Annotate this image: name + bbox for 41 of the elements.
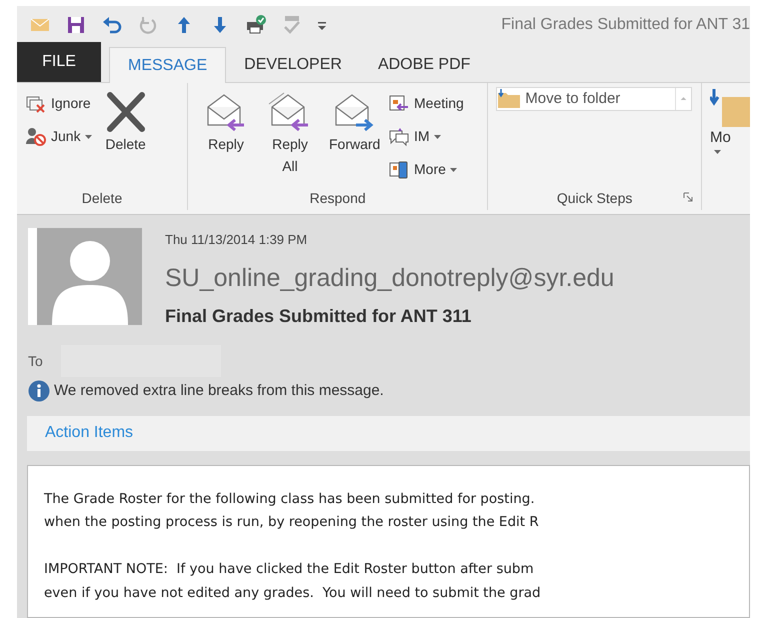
message-subject: Final Grades Submitted for ANT 311	[165, 305, 472, 328]
group-label: Respond	[310, 188, 366, 208]
group-label: Delete	[82, 188, 122, 208]
body-text-line: even if you have not edited any grades. You will need to submit the grad	[44, 584, 541, 602]
info-icon	[28, 380, 50, 402]
more-icon	[388, 160, 410, 180]
ribbon-tab[interactable]: MESSAGE	[109, 47, 226, 83]
dialog-launcher-icon[interactable]	[683, 192, 693, 202]
message-date: Thu 11/13/2014 1:39 PM	[165, 231, 308, 249]
group-label: Quick Steps	[556, 188, 632, 208]
to-label: To	[28, 352, 43, 370]
body-text-line: when the posting process is run, by reopening the roster using the Edit R	[44, 513, 539, 532]
ribbon-small-button[interactable]: IM	[388, 120, 464, 153]
ribbon-small-button[interactable]: More	[388, 153, 464, 186]
ignore-icon	[25, 94, 47, 114]
ribbon-small-button[interactable]: Meeting	[388, 87, 464, 120]
caret-icon	[714, 150, 721, 154]
chat-icon	[388, 126, 410, 146]
info-notice: We removed extra line breaks from this message.	[54, 381, 384, 401]
folder-move-icon	[710, 87, 750, 127]
junk-icon	[25, 126, 47, 146]
body-text-line: The Grade Roster for the following class has been submitted for posting.	[44, 490, 535, 508]
ribbon-tab[interactable]: ADOBE PDF	[360, 47, 488, 83]
window-title: Final Grades Submitted for ANT 31	[501, 14, 750, 34]
caret-icon	[84, 134, 92, 138]
ribbon-large-button[interactable]: Forward	[324, 87, 384, 186]
ribbon-small-button[interactable]: Junk	[25, 120, 92, 153]
ribbon-large-button[interactable]: Reply All	[260, 87, 320, 186]
ribbon-large-button[interactable]: Mo	[702, 83, 750, 210]
caret-icon	[434, 134, 441, 138]
sender-address: SU_online_grading_donotreply@syr.edu	[165, 262, 614, 294]
body-text-line: IMPORTANT NOTE: If you have clicked the Edit Roster button after subm	[44, 560, 534, 579]
meeting-icon	[388, 94, 410, 114]
file-tab[interactable]: FILE	[17, 42, 101, 82]
ribbon-large-button[interactable]: Delete	[96, 87, 156, 186]
ribbon-tab[interactable]: DEVELOPER	[226, 47, 360, 83]
ribbon-small-button[interactable]: Ignore	[25, 87, 92, 120]
printer-icon[interactable]	[245, 14, 267, 36]
folder-icon	[497, 89, 522, 109]
ribbon-large-button[interactable]: Reply	[196, 87, 256, 186]
caret-icon	[450, 168, 457, 172]
